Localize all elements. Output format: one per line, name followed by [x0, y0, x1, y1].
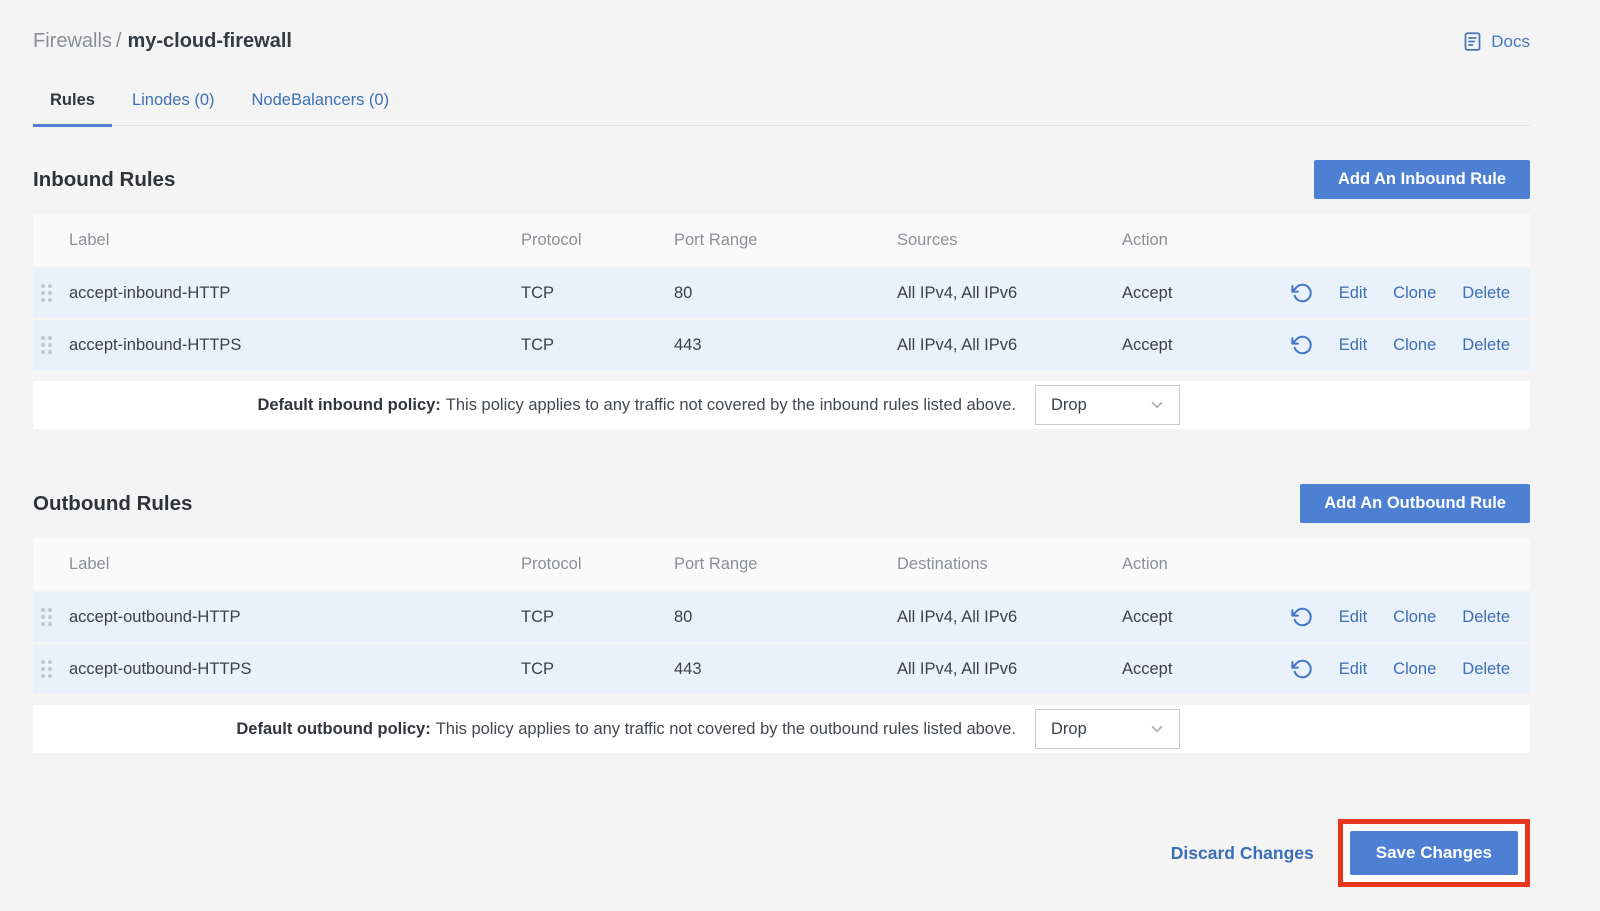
footer-actions: Discard Changes Save Changes — [33, 819, 1530, 887]
add-inbound-rule-button[interactable]: Add An Inbound Rule — [1314, 160, 1530, 199]
policy-select-value: Drop — [1051, 720, 1087, 739]
page-title: my-cloud-firewall — [127, 30, 291, 52]
undo-icon[interactable] — [1291, 334, 1313, 356]
rule-protocol: TCP — [521, 608, 674, 627]
default-outbound-policy-row: Default outbound policy: This policy app… — [33, 705, 1530, 753]
outbound-rules-title: Outbound Rules — [33, 492, 192, 516]
save-changes-button[interactable]: Save Changes — [1350, 831, 1518, 875]
delete-link[interactable]: Delete — [1462, 660, 1510, 679]
rule-port-range: 80 — [674, 608, 897, 627]
annotation-highlight-box: Save Changes — [1338, 819, 1530, 887]
outbound-table-header: Label Protocol Port Range Destinations A… — [33, 538, 1530, 590]
outbound-rules-table: Label Protocol Port Range Destinations A… — [33, 538, 1530, 753]
edit-link[interactable]: Edit — [1339, 660, 1367, 679]
rule-label: accept-inbound-HTTP — [69, 284, 521, 303]
undo-icon[interactable] — [1291, 606, 1313, 628]
drag-handle-icon[interactable] — [41, 608, 52, 626]
inbound-table-header: Label Protocol Port Range Sources Action — [33, 214, 1530, 266]
inbound-rules-title: Inbound Rules — [33, 168, 175, 192]
topbar: Firewalls/my-cloud-firewall Docs — [33, 30, 1530, 53]
table-row: accept-outbound-HTTP TCP 80 All IPv4, Al… — [33, 592, 1530, 642]
add-outbound-rule-button[interactable]: Add An Outbound Rule — [1300, 484, 1530, 523]
rule-port-range: 80 — [674, 284, 897, 303]
chevron-down-icon — [1148, 396, 1166, 414]
rule-protocol: TCP — [521, 284, 674, 303]
outbound-rules-section: Outbound Rules Add An Outbound Rule Labe… — [33, 484, 1530, 753]
tab-bar: Rules Linodes (0) NodeBalancers (0) — [33, 81, 1530, 126]
clone-link[interactable]: Clone — [1393, 336, 1436, 355]
inbound-rules-section: Inbound Rules Add An Inbound Rule Label … — [33, 160, 1530, 429]
column-header-sources: Sources — [897, 231, 1122, 250]
tab-linodes[interactable]: Linodes (0) — [115, 81, 232, 125]
discard-changes-link[interactable]: Discard Changes — [1171, 843, 1314, 864]
policy-description: This policy applies to any traffic not c… — [436, 720, 1016, 739]
breadcrumb: Firewalls/my-cloud-firewall — [33, 30, 292, 53]
rule-sources: All IPv4, All IPv6 — [897, 336, 1122, 355]
column-header-protocol: Protocol — [521, 231, 674, 250]
rule-label: accept-outbound-HTTP — [69, 608, 521, 627]
undo-icon[interactable] — [1291, 282, 1313, 304]
inbound-policy-select[interactable]: Drop — [1035, 385, 1180, 425]
column-header-action: Action — [1122, 231, 1283, 250]
column-header-action: Action — [1122, 555, 1283, 574]
column-header-label: Label — [69, 231, 521, 250]
rule-port-range: 443 — [674, 336, 897, 355]
docs-link[interactable]: Docs — [1462, 31, 1530, 52]
column-header-port-range: Port Range — [674, 231, 897, 250]
table-row: accept-inbound-HTTPS TCP 443 All IPv4, A… — [33, 320, 1530, 370]
column-header-port-range: Port Range — [674, 555, 897, 574]
column-header-protocol: Protocol — [521, 555, 674, 574]
undo-icon[interactable] — [1291, 658, 1313, 680]
rule-label: accept-inbound-HTTPS — [69, 336, 521, 355]
delete-link[interactable]: Delete — [1462, 284, 1510, 303]
clone-link[interactable]: Clone — [1393, 284, 1436, 303]
policy-label: Default outbound policy: — [236, 720, 430, 739]
rule-action: Accept — [1122, 284, 1283, 303]
tab-rules[interactable]: Rules — [33, 81, 112, 125]
column-header-destinations: Destinations — [897, 555, 1122, 574]
breadcrumb-firewalls-link[interactable]: Firewalls — [33, 30, 112, 52]
tab-nodebalancers[interactable]: NodeBalancers (0) — [235, 81, 407, 125]
outbound-policy-select[interactable]: Drop — [1035, 709, 1180, 749]
table-row: accept-inbound-HTTP TCP 80 All IPv4, All… — [33, 268, 1530, 318]
column-header-label: Label — [69, 555, 521, 574]
clone-link[interactable]: Clone — [1393, 608, 1436, 627]
delete-link[interactable]: Delete — [1462, 608, 1510, 627]
docs-label: Docs — [1491, 32, 1530, 52]
rule-label: accept-outbound-HTTPS — [69, 660, 521, 679]
policy-description: This policy applies to any traffic not c… — [446, 396, 1016, 415]
inbound-rules-table: Label Protocol Port Range Sources Action… — [33, 214, 1530, 429]
drag-handle-icon[interactable] — [41, 660, 52, 678]
edit-link[interactable]: Edit — [1339, 336, 1367, 355]
table-row: accept-outbound-HTTPS TCP 443 All IPv4, … — [33, 644, 1530, 694]
default-inbound-policy-row: Default inbound policy: This policy appl… — [33, 381, 1530, 429]
rule-port-range: 443 — [674, 660, 897, 679]
rule-destinations: All IPv4, All IPv6 — [897, 660, 1122, 679]
breadcrumb-separator: / — [116, 30, 122, 52]
rule-destinations: All IPv4, All IPv6 — [897, 608, 1122, 627]
rule-protocol: TCP — [521, 660, 674, 679]
policy-label: Default inbound policy: — [257, 396, 440, 415]
firewall-rules-page: Firewalls/my-cloud-firewall Docs Rules L… — [0, 0, 1600, 887]
policy-select-value: Drop — [1051, 396, 1087, 415]
clone-link[interactable]: Clone — [1393, 660, 1436, 679]
chevron-down-icon — [1148, 720, 1166, 738]
rule-action: Accept — [1122, 608, 1283, 627]
delete-link[interactable]: Delete — [1462, 336, 1510, 355]
rule-action: Accept — [1122, 660, 1283, 679]
drag-handle-icon[interactable] — [41, 336, 52, 354]
docs-icon — [1462, 31, 1483, 52]
rule-action: Accept — [1122, 336, 1283, 355]
edit-link[interactable]: Edit — [1339, 284, 1367, 303]
rule-protocol: TCP — [521, 336, 674, 355]
drag-handle-icon[interactable] — [41, 284, 52, 302]
edit-link[interactable]: Edit — [1339, 608, 1367, 627]
rule-sources: All IPv4, All IPv6 — [897, 284, 1122, 303]
